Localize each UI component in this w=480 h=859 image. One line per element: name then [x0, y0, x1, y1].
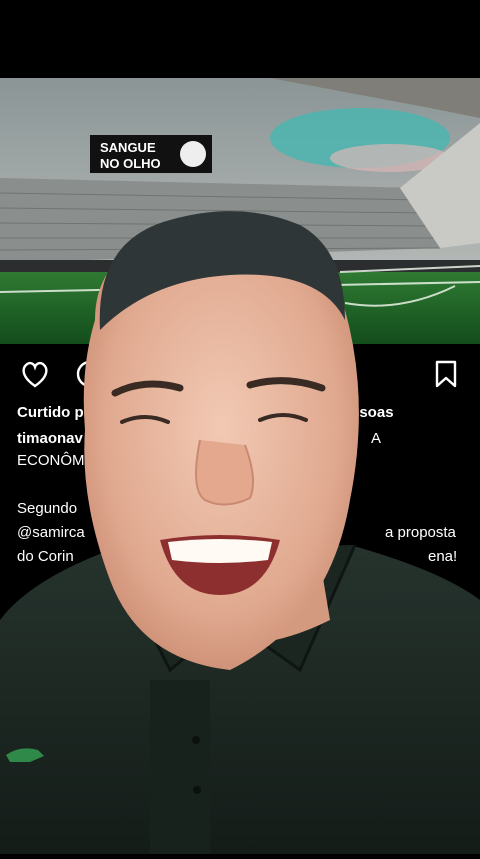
- billboard-line2: NO OLHO: [100, 156, 161, 171]
- corinthians-logo-icon: [180, 141, 206, 167]
- billboard-line1: SANGUE: [100, 140, 156, 155]
- person-overlay: [0, 200, 480, 854]
